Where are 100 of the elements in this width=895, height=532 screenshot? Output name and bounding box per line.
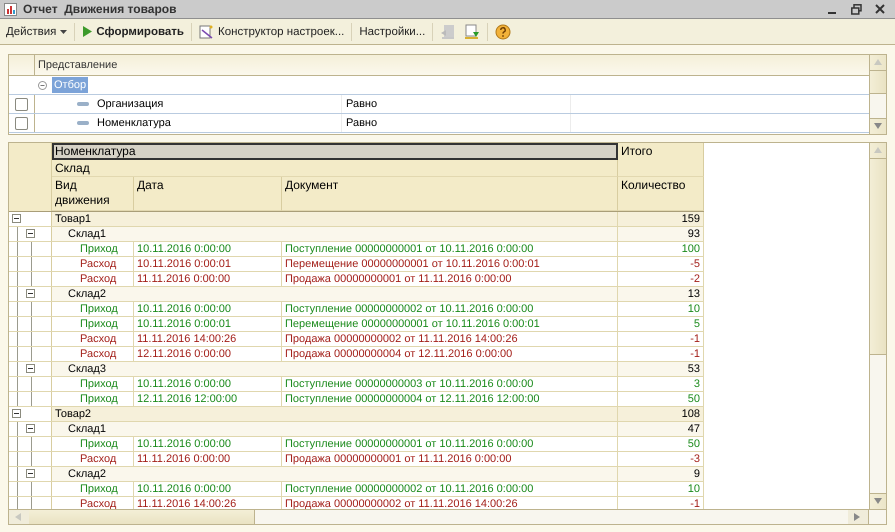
wand-icon [199,24,214,39]
actions-menu[interactable]: Действия [3,21,70,42]
movement-type: Приход [52,317,134,331]
document-cell: Поступление 00000000001 от 10.11.2016 0:00:00 [282,242,618,256]
quantity-cell: -1 [618,347,704,361]
movement-type: Приход [52,302,134,316]
column-header[interactable]: Количество [618,177,704,211]
column-header[interactable]: Вид движения [52,177,134,211]
movement-type: Приход [52,242,134,256]
quantity-cell: 50 [618,437,704,451]
quantity-cell: -1 [618,332,704,346]
quantity-cell: -3 [618,452,704,466]
movement-type: Расход [52,257,134,271]
collapse-icon[interactable] [26,229,35,238]
total-cell: 53 [618,362,704,376]
document-cell: Перемещение 00000000001 от 10.11.2016 0:00:01 [282,257,618,271]
document-cell: Перемещение 00000000001 от 10.11.2016 0:00:01 [282,317,618,331]
movement-type: Приход [52,377,134,391]
column-header[interactable]: Номенклатура [52,143,618,160]
collapse-icon[interactable] [26,469,35,478]
quantity-cell: 100 [618,242,704,256]
column-header[interactable]: Документ [282,177,618,211]
document-cell: Поступление 00000000004 от 12.11.2016 12:00:00 [282,392,618,406]
document-cell: Продажа 00000000001 от 11.11.2016 0:00:00 [282,452,618,466]
down-arrow-icon [873,122,883,132]
warehouse-group: Склад2 [52,467,618,481]
document-cell: Поступление 00000000002 от 10.11.2016 0:00:00 [282,482,618,496]
date-cell: 10.11.2016 0:00:00 [134,482,282,496]
settings-button[interactable]: Настройки... [356,21,428,42]
scroll-right-button[interactable] [848,510,868,524]
checkbox[interactable] [15,98,28,110]
restore-icon [850,4,862,14]
date-cell: 10.11.2016 0:00:00 [134,377,282,391]
total-cell: 13 [618,287,704,301]
left-arrow-icon [14,512,24,522]
collapse-icon[interactable] [26,364,35,373]
movement-type: Расход [52,272,134,286]
date-cell: 11.11.2016 14:00:26 [134,332,282,346]
filter-field: Организация [95,95,342,113]
scroll-down-button[interactable] [870,493,886,509]
document-icon [440,24,456,40]
caret-icon [60,30,68,34]
scroll-down-button[interactable] [870,118,886,134]
movement-type: Расход [52,332,134,346]
column-header[interactable]: Склад [52,160,618,177]
movement-type: Приход [52,392,134,406]
product-group: Товар1 [52,212,618,226]
help-icon [495,24,512,40]
document-cell: Продажа 00000000004 от 12.11.2016 0:00:00 [282,347,618,361]
wizard-button[interactable]: Конструктор настроек... [196,21,348,42]
up-arrow-icon [873,146,883,156]
document-cell: Поступление 00000000001 от 10.11.2016 0:00:00 [282,437,618,451]
field-icon [77,102,89,106]
quantity-cell: 3 [618,377,704,391]
filter-field: Номенклатура [95,114,342,132]
quantity-cell: 5 [618,317,704,331]
date-cell: 10.11.2016 0:00:00 [134,437,282,451]
field-icon [77,121,89,125]
quantity-cell: -2 [618,272,704,286]
quantity-cell: 10 [618,302,704,316]
run-button[interactable]: Сформировать [79,21,187,42]
document-cell: Поступление 00000000003 от 10.11.2016 0:00:00 [282,377,618,391]
report-icon [4,2,17,16]
filter-condition: Равно [342,114,571,132]
window-title: Отчет Движения товаров [23,2,178,16]
movement-type: Расход [52,347,134,361]
column-header[interactable]: Итого [618,143,704,177]
document-cell: Поступление 00000000002 от 10.11.2016 0:00:00 [282,302,618,316]
product-group: Товар2 [52,407,618,421]
total-cell: 47 [618,422,704,436]
warehouse-group: Склад1 [52,422,618,436]
collapse-icon[interactable] [12,409,21,418]
quantity-cell: 10 [618,482,704,496]
date-cell: 12.11.2016 12:00:00 [134,392,282,406]
checkbox[interactable] [15,116,28,130]
date-cell: 10.11.2016 0:00:00 [134,242,282,256]
warehouse-group: Склад1 [52,227,618,241]
horizontal-scrollbar[interactable] [9,509,886,524]
date-cell: 12.11.2016 0:00:00 [134,347,282,361]
vertical-scrollbar[interactable] [869,143,886,509]
movement-type: Расход [52,452,134,466]
filter-condition: Равно [342,95,571,113]
collapse-icon[interactable] [12,214,21,223]
quantity-cell: -5 [618,257,704,271]
total-cell: 93 [618,227,704,241]
total-cell: 9 [618,467,704,481]
date-cell: 10.11.2016 0:00:00 [134,302,282,316]
play-icon [82,26,92,37]
document-cell: Продажа 00000000001 от 11.11.2016 0:00:00 [282,272,618,286]
collapse-icon[interactable] [26,289,35,298]
quantity-cell: 50 [618,392,704,406]
collapse-icon[interactable] [26,424,35,433]
column-header[interactable]: Дата [134,177,282,211]
minimize-icon [828,12,836,14]
close-icon [875,4,885,14]
warehouse-group: Склад2 [52,287,618,301]
warehouse-group: Склад3 [52,362,618,376]
document-cell: Продажа 00000000002 от 11.11.2016 14:00:26 [282,332,618,346]
total-cell: 108 [618,407,704,421]
vertical-scrollbar[interactable] [869,55,886,134]
